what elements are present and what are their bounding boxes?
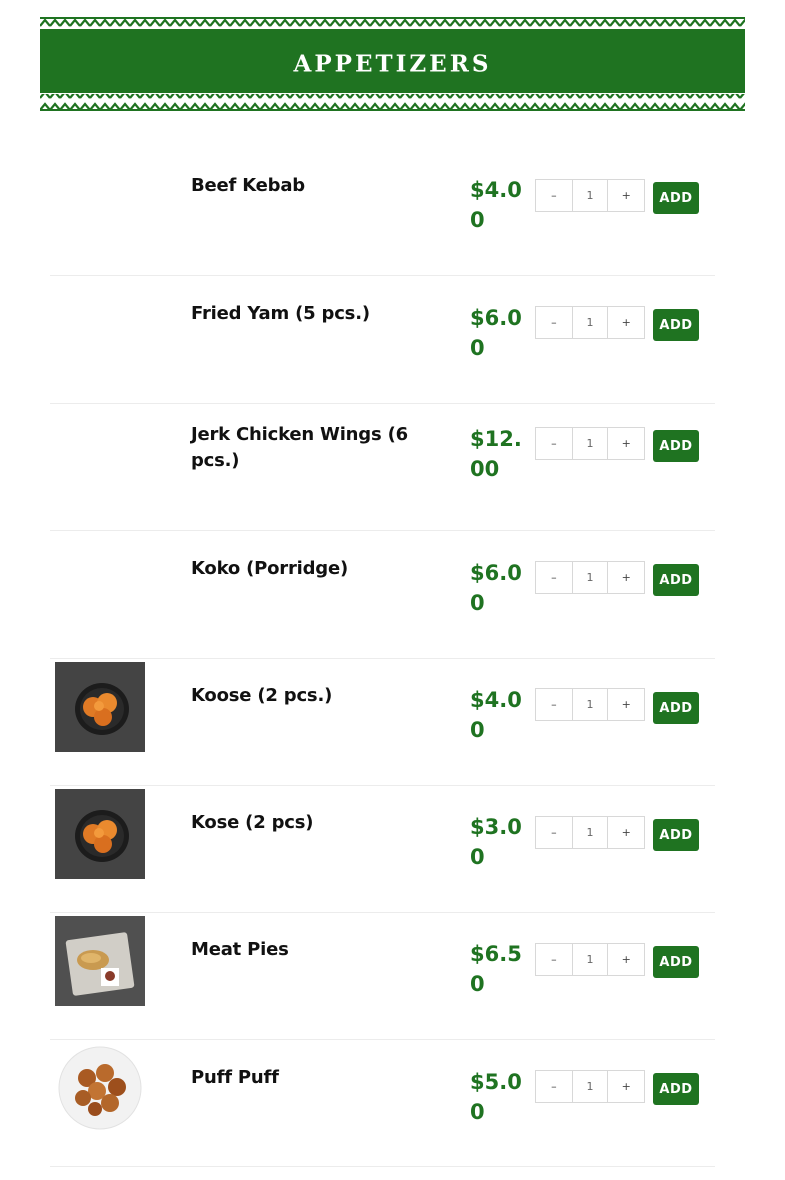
item-name: Beef Kebab <box>191 175 305 196</box>
item-name: Fried Yam (5 pcs.) <box>191 303 370 324</box>
quantity-input[interactable]: 1 <box>573 817 609 848</box>
item-price: $12.00 <box>470 427 522 481</box>
item-price: $6.50 <box>470 942 522 996</box>
quantity-stepper[interactable]: – 1 + <box>535 561 645 594</box>
increase-quantity-button[interactable]: + <box>608 1071 644 1102</box>
increase-quantity-button[interactable]: + <box>608 307 644 338</box>
item-photo[interactable] <box>55 1043 145 1133</box>
increase-quantity-button[interactable]: + <box>608 817 644 848</box>
quantity-input[interactable]: 1 <box>573 944 609 975</box>
quantity-stepper[interactable]: – 1 + <box>535 816 645 849</box>
quantity-stepper[interactable]: – 1 + <box>535 943 645 976</box>
increase-quantity-button[interactable]: + <box>608 428 644 459</box>
quantity-input[interactable]: 1 <box>573 562 609 593</box>
quantity-input[interactable]: 1 <box>573 1071 609 1102</box>
decrease-quantity-button[interactable]: – <box>536 1071 573 1102</box>
item-price: $4.00 <box>470 178 522 232</box>
menu-item-row: Meat Pies $6.50 – 1 + ADD <box>50 911 715 1040</box>
item-price: $4.00 <box>470 688 522 742</box>
increase-quantity-button[interactable]: + <box>608 562 644 593</box>
item-price: $3.00 <box>470 815 522 869</box>
item-name: Kose (2 pcs) <box>191 812 314 833</box>
quantity-stepper[interactable]: – 1 + <box>535 688 645 721</box>
quantity-stepper[interactable]: – 1 + <box>535 1070 645 1103</box>
increase-quantity-button[interactable]: + <box>608 689 644 720</box>
quantity-stepper[interactable]: – 1 + <box>535 427 645 460</box>
increase-quantity-button[interactable]: + <box>608 180 644 211</box>
quantity-input[interactable]: 1 <box>573 180 609 211</box>
item-price: $6.00 <box>470 561 522 615</box>
item-name: Meat Pies <box>191 939 289 960</box>
menu-item-row: Jerk Chicken Wings (6 pcs.) $12.00 – 1 +… <box>50 402 715 531</box>
menu-item-row: Kose (2 pcs) $3.00 – 1 + ADD <box>50 784 715 913</box>
section-title: APPETIZERS <box>293 50 492 78</box>
item-photo[interactable] <box>55 789 145 879</box>
decrease-quantity-button[interactable]: – <box>536 817 573 848</box>
increase-quantity-button[interactable]: + <box>608 944 644 975</box>
menu-item-row: Koose (2 pcs.) $4.00 – 1 + ADD <box>50 657 715 786</box>
add-to-cart-button[interactable]: ADD <box>653 430 699 462</box>
quantity-input[interactable]: 1 <box>573 689 609 720</box>
add-to-cart-button[interactable]: ADD <box>653 692 699 724</box>
section-banner: APPETIZERS <box>40 17 745 111</box>
add-to-cart-button[interactable]: ADD <box>653 946 699 978</box>
decrease-quantity-button[interactable]: – <box>536 944 573 975</box>
add-to-cart-button[interactable]: ADD <box>653 182 699 214</box>
item-name: Koose (2 pcs.) <box>191 685 333 706</box>
quantity-stepper[interactable]: – 1 + <box>535 306 645 339</box>
menu-item-row: Puff Puff $5.00 – 1 + ADD <box>50 1038 715 1167</box>
add-to-cart-button[interactable]: ADD <box>653 309 699 341</box>
item-name: Puff Puff <box>191 1067 279 1088</box>
item-photo[interactable] <box>55 662 145 752</box>
quantity-input[interactable]: 1 <box>573 428 609 459</box>
item-name: Koko (Porridge) <box>191 558 349 579</box>
menu-item-row: Beef Kebab $4.00 – 1 + ADD <box>50 147 715 276</box>
menu-item-row: Fried Yam (5 pcs.) $6.00 – 1 + ADD <box>50 275 715 404</box>
decrease-quantity-button[interactable]: – <box>536 180 573 211</box>
quantity-input[interactable]: 1 <box>573 307 609 338</box>
add-to-cart-button[interactable]: ADD <box>653 819 699 851</box>
decrease-quantity-button[interactable]: – <box>536 428 573 459</box>
menu-item-row: Koko (Porridge) $6.00 – 1 + ADD <box>50 530 715 659</box>
quantity-stepper[interactable]: – 1 + <box>535 179 645 212</box>
item-price: $6.00 <box>470 306 522 360</box>
item-price: $5.00 <box>470 1070 522 1124</box>
decrease-quantity-button[interactable]: – <box>536 307 573 338</box>
add-to-cart-button[interactable]: ADD <box>653 564 699 596</box>
decrease-quantity-button[interactable]: – <box>536 689 573 720</box>
item-photo[interactable] <box>55 916 145 1006</box>
decrease-quantity-button[interactable]: – <box>536 562 573 593</box>
add-to-cart-button[interactable]: ADD <box>653 1073 699 1105</box>
item-name: Jerk Chicken Wings (6 pcs.) <box>191 424 408 471</box>
